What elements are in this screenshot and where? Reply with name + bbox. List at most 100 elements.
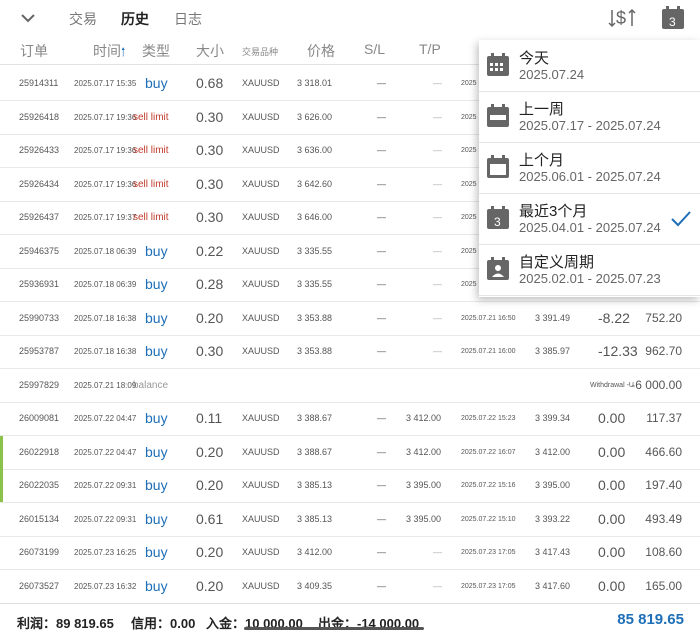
swap-cell: 0.00 — [598, 544, 626, 560]
swap-cell: 0.00 — [598, 577, 626, 594]
symbol-cell: XAUUSD — [242, 245, 280, 256]
period-option[interactable]: 上个月 2025.06.01 - 2025.07.24 — [479, 142, 700, 194]
volume-cell: 0.30 — [196, 175, 224, 192]
table-row[interactable]: 25990733 2025.07.18 16:38 buy 0.20 XAUUSD 3 3… — [0, 302, 700, 336]
period-option[interactable]: 3 最近3个月 2025.04.01 - 2025.07.24 — [479, 193, 700, 245]
chevron-down-icon[interactable] — [18, 8, 38, 28]
time-cell: 2025.07.17 19:36 — [74, 112, 137, 122]
profit-cell: 466.60 — [645, 444, 682, 459]
volume-cell: 0.30 — [196, 108, 224, 125]
table-row[interactable]: 26022035 2025.07.22 09:31 buy 0.20 XAUUSD 3 3… — [0, 469, 700, 503]
col-price[interactable]: 价格 — [307, 41, 335, 61]
close-time-cell: 2025 — [461, 281, 477, 288]
ticket-cell: 25914311 — [19, 78, 59, 88]
col-sl[interactable]: S/L — [364, 41, 385, 57]
sl-cell: — — [377, 580, 386, 591]
tab-trade[interactable]: 交易 — [69, 9, 97, 29]
table-row[interactable]: 26009081 2025.07.22 04:47 buy 0.11 XAUUSD 3 3… — [0, 402, 700, 436]
type-cell: balance — [133, 379, 169, 391]
tp-cell: — — [433, 212, 442, 222]
close-time-cell: 2025.07.21 16:00 — [461, 348, 516, 355]
close-price-cell: 3 417.60 — [535, 580, 571, 591]
col-tp[interactable]: T/P — [419, 41, 441, 57]
col-time-label: 时间 — [93, 43, 121, 59]
top-bar: 交易 历史 日志 $ 3 — [0, 0, 700, 36]
sl-cell: — — [377, 413, 386, 423]
type-cell: buy — [145, 75, 168, 91]
time-cell: 2025.07.23 16:25 — [74, 548, 137, 557]
sl-cell: — — [377, 145, 386, 155]
table-row[interactable]: 26073199 2025.07.23 16:25 buy 0.20 XAUUSD 3 4… — [0, 536, 700, 570]
col-type[interactable]: 类型 — [142, 41, 170, 61]
calendar-person-icon — [487, 257, 509, 280]
symbol-cell: XAUUSD — [242, 346, 280, 356]
sl-cell: — — [377, 312, 386, 323]
swap-cell: 0.00 — [598, 443, 626, 460]
close-time-cell: 2025.07.22 15:23 — [461, 415, 516, 422]
symbol-cell: XAUUSD — [242, 580, 280, 591]
volume-cell: 0.22 — [196, 242, 224, 259]
col-ticket[interactable]: 订单 — [20, 41, 48, 61]
tp-cell: 3 412.00 — [406, 413, 442, 423]
time-cell: 2025.07.22 09:31 — [74, 514, 137, 524]
horizontal-scrollbar[interactable] — [244, 627, 424, 630]
period-option-title: 上个月 — [519, 152, 565, 169]
col-symbol[interactable]: 交易品种 — [242, 45, 278, 58]
period-option[interactable]: 上一周 2025.07.17 - 2025.07.24 — [479, 91, 700, 143]
table-row[interactable]: 26015134 2025.07.22 09:31 buy 0.61 XAUUSD 3 3… — [0, 503, 700, 537]
calendar-icon[interactable]: 3 — [660, 5, 686, 31]
type-cell: sell limit — [133, 212, 169, 223]
volume-cell: 0.61 — [196, 510, 224, 527]
close-price-cell: 3 393.22 — [535, 513, 571, 524]
tp-cell: — — [433, 279, 442, 289]
profit-cell: -6 000.00 — [631, 377, 682, 392]
tp-cell: — — [433, 111, 442, 122]
table-row[interactable]: 25997829 2025.07.21 18:09 balance -6 000.00… — [0, 369, 700, 403]
period-option-range: 2025.07.24 — [519, 67, 585, 82]
time-cell: 2025.07.22 04:47 — [74, 414, 137, 423]
balance-total: 85 819.65 — [617, 611, 684, 628]
close-price-cell: 3 399.34 — [535, 413, 571, 423]
time-cell: 2025.07.17 19:36 — [74, 179, 137, 189]
close-time-cell: 2025 — [461, 147, 477, 154]
tp-cell: 3 395.00 — [406, 480, 442, 490]
calendar-day-text: 3 — [669, 15, 676, 29]
ticket-cell: 25953787 — [19, 346, 60, 356]
volume-cell: 0.30 — [196, 209, 224, 225]
dollar-sort-icon[interactable]: $ — [608, 4, 636, 32]
swap-cell: -12.33 — [598, 343, 638, 359]
calendar-3-icon: 3 — [487, 206, 509, 229]
col-time[interactable]: 时间🠑 — [93, 41, 125, 64]
tp-cell: — — [433, 547, 442, 557]
volume-cell: 0.20 — [196, 544, 224, 560]
symbol-cell: XAUUSD — [242, 513, 280, 524]
price-cell: 3 646.00 — [297, 212, 333, 222]
period-option[interactable]: 今天 2025.07.24 — [479, 40, 700, 92]
price-cell: 3 353.88 — [297, 312, 333, 323]
ticket-cell: 25946375 — [19, 245, 60, 256]
type-cell: buy — [145, 544, 168, 560]
footer-summary: 利润：89 819.65 信用：0.00 入金：10 000.00 出金：-14… — [0, 603, 700, 637]
time-cell: 2025.07.18 16:38 — [74, 347, 137, 356]
profit-cell: 752.20 — [645, 310, 682, 325]
price-cell: 3 412.00 — [297, 547, 333, 557]
sl-cell: — — [377, 480, 386, 490]
sl-cell: — — [377, 547, 386, 557]
period-option[interactable]: 自定义周期 2025.02.01 - 2025.07.23 — [479, 244, 700, 296]
tab-journal[interactable]: 日志 — [174, 9, 202, 29]
ticket-cell: 26073527 — [19, 580, 60, 591]
time-cell: 2025.07.23 16:32 — [74, 581, 137, 591]
type-cell: buy — [145, 410, 168, 426]
swap-cell: -8.22 — [598, 309, 630, 326]
tp-cell: — — [433, 346, 442, 356]
checkmark-icon — [671, 211, 691, 227]
period-option-range: 2025.04.01 - 2025.07.24 — [519, 220, 661, 235]
tab-history[interactable]: 历史 — [121, 9, 149, 29]
volume-cell: 0.20 — [196, 443, 224, 460]
table-row[interactable]: 26022918 2025.07.22 04:47 buy 0.20 XAUUSD 3 3… — [0, 435, 700, 470]
table-row[interactable]: 25953787 2025.07.18 16:38 buy 0.30 XAUUSD 3 3… — [0, 335, 700, 369]
time-cell: 2025.07.17 19:36 — [74, 146, 137, 155]
col-volume[interactable]: 大小 — [196, 41, 224, 61]
table-row[interactable]: 26073527 2025.07.23 16:32 buy 0.20 XAUUSD 3 4… — [0, 570, 700, 604]
profit-summary: 利润：89 819.65 — [17, 616, 114, 631]
